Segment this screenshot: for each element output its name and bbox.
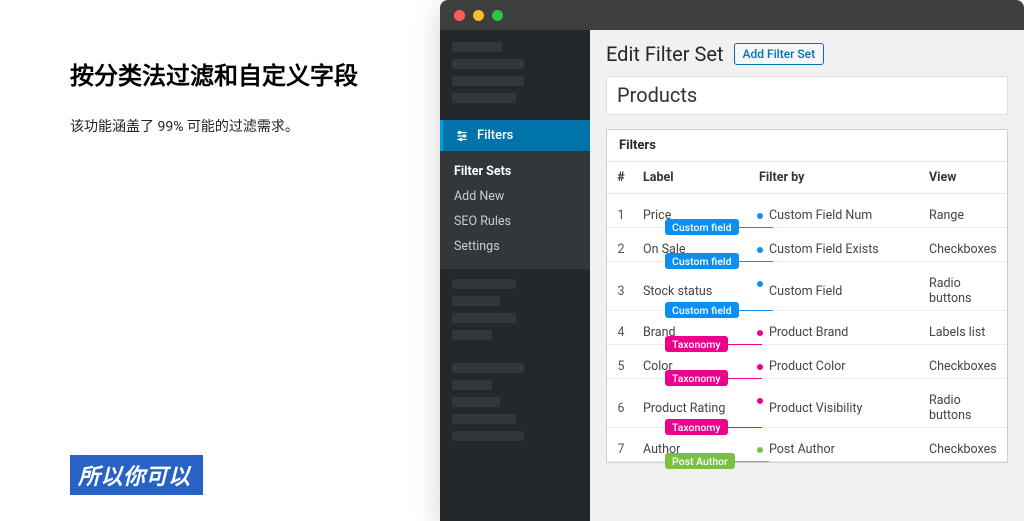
source-tag: Custom field	[665, 253, 739, 269]
sidebar-sub-settings[interactable]: Settings	[440, 234, 590, 259]
row-view: Checkboxes	[921, 345, 1007, 379]
page-title: Edit Filter Set	[606, 42, 724, 66]
sidebar-sub-seo-rules[interactable]: SEO Rules	[440, 209, 590, 234]
row-filterby: Post Author	[751, 428, 921, 462]
add-filter-set-button[interactable]: Add Filter Set	[734, 43, 825, 65]
source-tag: Taxonomy	[665, 419, 728, 435]
bullet-icon	[757, 398, 763, 404]
sliders-icon	[455, 129, 469, 143]
bullet-icon	[757, 330, 763, 336]
panel-title: Filters	[607, 130, 1007, 162]
row-filterby: Custom Field Num	[751, 194, 921, 228]
source-tag: Custom field	[665, 219, 739, 235]
window-maximize-icon[interactable]	[492, 10, 503, 21]
window-close-icon[interactable]	[454, 10, 465, 21]
section-heading: 按分类法过滤和自定义字段	[70, 60, 420, 92]
row-view: Checkboxes	[921, 228, 1007, 262]
tagline-badge: 所以你可以	[70, 455, 203, 495]
row-num: 6	[607, 379, 635, 428]
browser-window: Filters Filter Sets Add New SEO Rules Se…	[440, 0, 1024, 521]
sidebar-sub-filter-sets[interactable]: Filter Sets	[440, 159, 590, 184]
source-tag: Post Author	[665, 453, 735, 469]
row-filterby: Product Visibility	[751, 379, 921, 428]
row-view: Checkboxes	[921, 428, 1007, 462]
row-view: Labels list	[921, 311, 1007, 345]
row-view: Range	[921, 194, 1007, 228]
row-num: 5	[607, 345, 635, 379]
sidebar-item-filters[interactable]: Filters	[440, 120, 590, 151]
row-num: 3	[607, 262, 635, 311]
col-filterby: Filter by	[751, 162, 921, 194]
filters-panel: Filters # Label Filter by View 1PriceCus…	[606, 129, 1008, 463]
window-minimize-icon[interactable]	[473, 10, 484, 21]
section-subtitle: 该功能涵盖了 99% 可能的过滤需求。	[70, 116, 420, 138]
row-view: Radio buttons	[921, 379, 1007, 428]
col-view: View	[921, 162, 1007, 194]
source-tag: Custom field	[665, 302, 739, 318]
col-num: #	[607, 162, 635, 194]
source-tag: Taxonomy	[665, 336, 728, 352]
content-area: Edit Filter Set Add Filter Set Products …	[590, 30, 1024, 521]
bullet-icon	[757, 281, 763, 287]
row-filterby: Product Brand	[751, 311, 921, 345]
row-label: PriceCustom field	[635, 194, 751, 228]
row-filterby: Custom Field	[751, 262, 921, 311]
row-filterby: Product Color	[751, 345, 921, 379]
row-num: 2	[607, 228, 635, 262]
sidebar-submenu: Filter Sets Add New SEO Rules Settings	[440, 151, 590, 269]
row-num: 1	[607, 194, 635, 228]
source-tag: Taxonomy	[665, 370, 728, 386]
sidebar-placeholder-group	[440, 363, 590, 458]
table-row[interactable]: 1PriceCustom fieldCustom Field NumRange	[607, 194, 1007, 228]
bullet-icon	[757, 364, 763, 370]
bullet-icon	[757, 213, 763, 219]
bullet-icon	[757, 247, 763, 253]
col-label: Label	[635, 162, 751, 194]
bullet-icon	[757, 447, 763, 453]
row-view: Radio buttons	[921, 262, 1007, 311]
row-filterby: Custom Field Exists	[751, 228, 921, 262]
row-num: 7	[607, 428, 635, 462]
sidebar-placeholder-group	[440, 279, 590, 357]
sidebar-placeholder-group	[440, 42, 590, 120]
sidebar-sub-add-new[interactable]: Add New	[440, 184, 590, 209]
sidebar-item-label: Filters	[477, 128, 513, 143]
admin-sidebar: Filters Filter Sets Add New SEO Rules Se…	[440, 30, 590, 521]
window-titlebar	[440, 0, 1024, 30]
row-num: 4	[607, 311, 635, 345]
set-title-input[interactable]: Products	[606, 76, 1008, 115]
